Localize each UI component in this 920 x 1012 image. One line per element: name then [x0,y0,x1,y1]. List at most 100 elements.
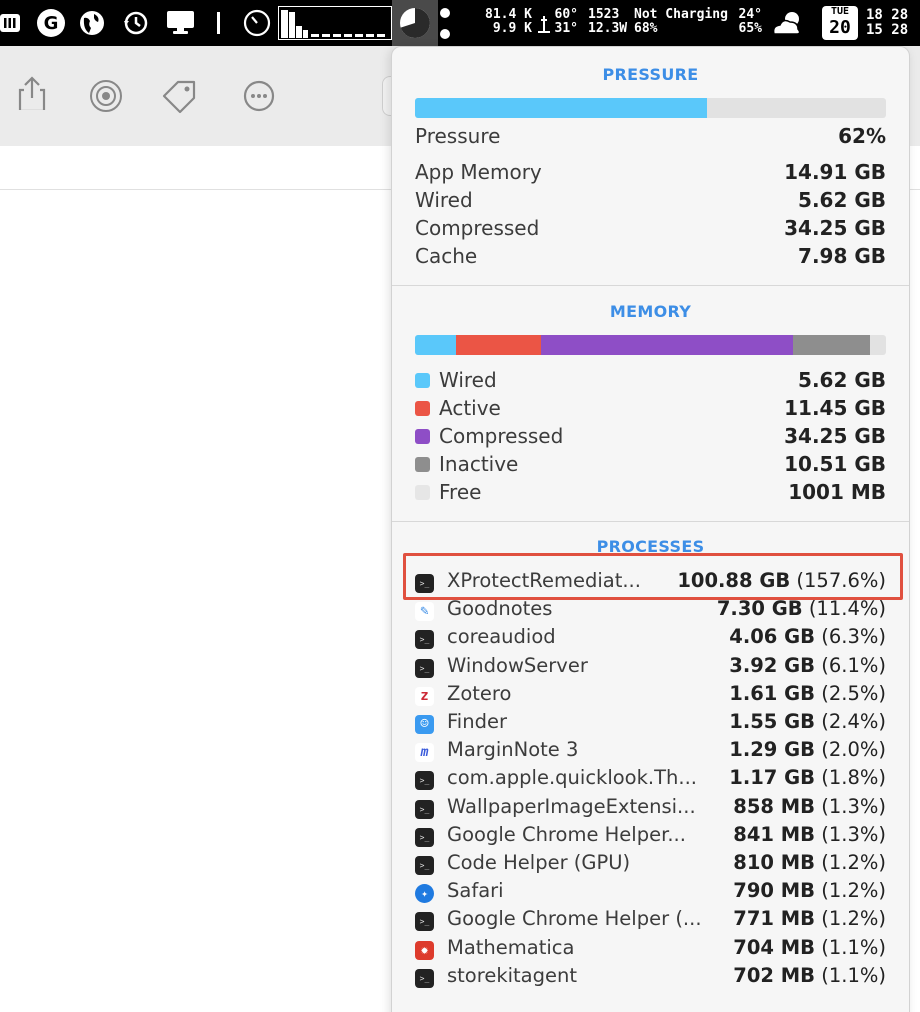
process-name: Goodnotes [447,597,553,621]
memory-bar-segment-free [869,335,878,355]
process-memory: 1.55 GB (2.4%) [729,710,886,733]
process-name: WallpaperImageExtensi... [447,794,696,818]
clock[interactable]: 18 28 15 28 [866,8,918,38]
process-row[interactable]: >_ WallpaperImageExtensi... 858 MB (1.3%) [415,795,886,823]
calendar-day-number: 20 [829,17,851,38]
process-row[interactable]: ✹ Mathematica 704 MB (1.1%) [415,936,886,964]
process-size: 4.06 GB [729,625,816,649]
process-name: com.apple.quicklook.Th... [447,766,697,790]
process-size: 7.30 GB [716,597,803,621]
battery-stats[interactable]: Not Charging 68% [634,8,734,36]
terminal-icon: >_ [415,827,434,847]
process-size: 1.55 GB [729,710,816,733]
process-row[interactable]: m MarginNote 3 1.29 GB (2.0%) [415,738,886,766]
process-percent: (11.4%) [808,597,886,621]
pressure-value: 62% [838,124,886,148]
time-machine-icon[interactable] [122,9,150,37]
battery-bars-icon[interactable] [0,12,22,34]
wired-value: 5.62 GB [798,188,886,212]
network-stats[interactable]: 81.4 K 9.9 K [476,8,532,36]
process-name: Mathematica [447,935,575,959]
process-memory: 3.92 GB (6.1%) [729,654,886,677]
legend-active-label: Active [439,396,501,420]
memory-dots-icon [440,8,450,39]
pressure-bar-fill [415,98,708,118]
compressed-row: Compressed 34.25 GB [415,216,886,244]
process-name: Zotero [447,681,512,705]
process-memory: 1.17 GB (1.8%) [729,766,886,789]
process-row[interactable]: ☺ Finder 1.55 GB (2.4%) [415,710,886,738]
partly-cloudy-icon[interactable] [770,8,806,38]
process-memory: 841 MB (1.3%) [733,823,886,846]
process-size: 702 MB [733,963,816,987]
section-divider [392,285,909,286]
process-row[interactable]: >_ coreaudiod 4.06 GB (6.3%) [415,625,886,653]
process-row[interactable]: >_ Google Chrome Helper... 841 MB (1.3%) [415,823,886,851]
legend-free-value: 1001 MB [788,480,886,504]
weather-temperature: 24° [738,7,762,22]
process-row[interactable]: >_ Code Helper (GPU) 810 MB (1.2%) [415,851,886,879]
process-percent: (1.8%) [821,766,886,790]
wired-swatch [415,373,430,388]
process-size: 858 MB [733,794,816,818]
mathematica-icon: ✹ [415,940,434,960]
process-name: WindowServer [447,653,588,677]
compressed-label: Compressed [415,216,540,240]
compressed-swatch [415,429,430,444]
calendar-date-icon[interactable]: TUE 20 [822,6,858,40]
globe-icon[interactable] [78,9,106,37]
process-row[interactable]: >_ com.apple.quicklook.Th... 1.17 GB (1.8%… [415,766,886,794]
process-row[interactable]: >_ Google Chrome Helper (... 771 MB (1.2%) [415,907,886,935]
highlight-annotation [403,553,903,600]
fan-power-stats[interactable]: 1523 12.3W [588,8,632,36]
inactive-swatch [415,457,430,472]
temperature-stats[interactable]: 60° 31° [552,8,578,36]
stopwatch-icon[interactable] [242,8,272,38]
active-swatch [415,401,430,416]
network-download: 9.9 K [492,21,532,36]
display-icon[interactable] [166,10,196,36]
pressure-section-title: PRESSURE [602,65,699,84]
process-row[interactable]: ✦ Safari 790 MB (1.2%) [415,879,886,907]
grammarly-icon[interactable]: G [36,8,66,38]
network-upload: 81.4 K [485,7,532,22]
cache-label: Cache [415,244,478,268]
process-percent: (1.2%) [821,851,886,874]
process-size: 790 MB [733,879,816,903]
process-percent: (1.3%) [821,794,886,818]
more-actions-icon[interactable] [242,78,278,114]
process-memory: 771 MB (1.2%) [733,907,886,930]
tag-icon[interactable] [160,78,196,114]
menu-bar: G 81.4 K 9.9 K 60° 31° 1523 12.3W Not Ch… [0,0,920,46]
legend-free-label: Free [439,480,482,504]
memory-menu-item[interactable] [392,0,438,46]
process-memory: 702 MB (1.1%) [733,964,886,987]
process-row[interactable]: z Zotero 1.61 GB (2.5%) [415,682,886,710]
process-name: Finder [447,710,507,733]
process-row[interactable]: ✎ Goodnotes 7.30 GB (11.4%) [415,597,886,625]
clock-time-2: 15 28 [866,22,909,38]
process-percent: (1.2%) [821,907,886,931]
battery-status: Not Charging [634,7,728,22]
process-row[interactable]: >_ storekitagent 702 MB (1.1%) [415,964,886,992]
cpu-history-graph[interactable] [278,6,392,40]
power-draw: 12.3W [588,21,628,36]
process-percent: (1.1%) [821,963,886,987]
terminal-icon: >_ [415,968,434,988]
legend-inactive-label: Inactive [439,452,519,476]
process-memory: 704 MB (1.1%) [733,936,886,959]
weather-stats[interactable]: 24° 65% [728,8,762,36]
process-row[interactable]: >_ WindowServer 3.92 GB (6.1%) [415,654,886,682]
process-name: Code Helper (GPU) [447,851,631,874]
pressure-row: Pressure 62% [415,124,886,152]
pressure-bar [415,98,886,118]
legend-inactive-row: Inactive 10.51 GB [415,452,886,480]
share-icon[interactable] [14,74,50,110]
process-percent: (2.5%) [821,681,886,705]
process-size: 3.92 GB [729,653,816,677]
menu-separator [217,12,220,34]
memory-pie-icon [400,8,430,38]
airdrop-icon[interactable] [86,78,122,114]
process-percent: (2.4%) [821,710,886,733]
memory-bar-segment-inactive [792,335,870,355]
